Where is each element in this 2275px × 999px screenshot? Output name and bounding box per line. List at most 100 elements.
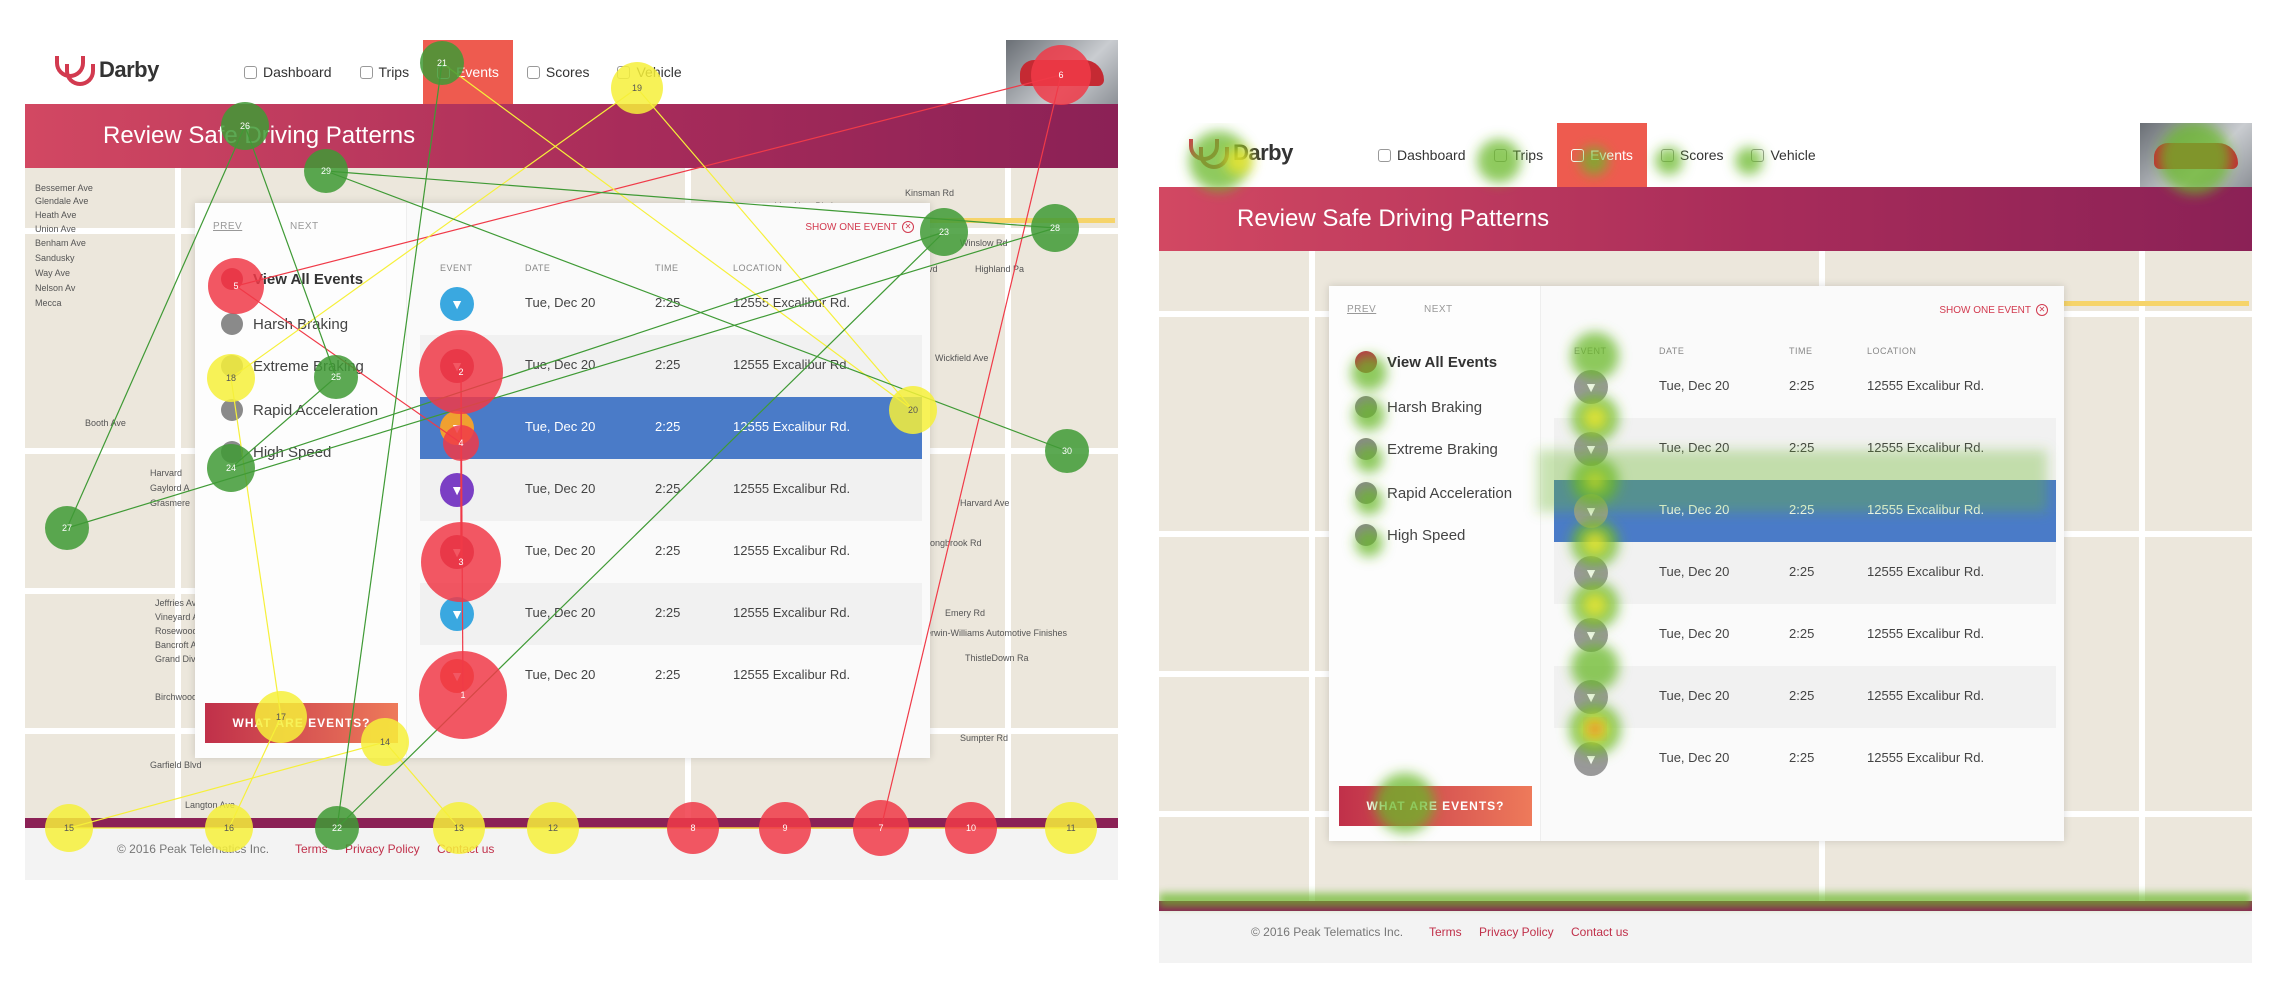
event-date: Tue, Dec 20 [525,357,596,372]
nav-item-label: Events [456,64,499,80]
column-header-event: EVENT [1574,346,1607,356]
filter-icon [1355,482,1377,504]
page-title: Review Safe Driving Patterns [1237,205,1550,232]
what-are-events-button[interactable]: WHAT ARE EVENTS? [205,703,398,743]
event-row[interactable]: ▼ Tue, Dec 20 2:25 12555 Excalibur Rd. [420,459,922,521]
braking-icon: ▼ [440,535,474,569]
event-icon: ▼ [1574,680,1608,714]
event-row[interactable]: ▼ Tue, Dec 20 2:25 12555 Excalibur Rd. [420,583,922,645]
vehicle-thumbnail[interactable] [2140,123,2252,187]
event-date: Tue, Dec 20 [1659,378,1730,393]
street-label: Harvard Ave [960,498,1010,508]
next-link[interactable]: NEXT [1424,304,1453,315]
extreme-braking-icon: ▼ [440,473,474,507]
filter-harsh-braking[interactable]: Harsh Braking [1355,396,1482,418]
map-road [175,168,181,818]
street-label: ThistleDown Ra [965,653,1029,663]
vehicle-thumbnail[interactable] [1006,40,1118,104]
footer-link-contact-us[interactable]: Contact us [437,842,494,856]
nav-item-label: Trips [1512,147,1544,163]
nav-item-vehicle[interactable]: Vehicle [603,40,695,104]
footer-link-terms[interactable]: Terms [295,842,328,856]
what-are-events-button[interactable]: WHAT ARE EVENTS? [1339,786,1532,826]
bar-chart-icon [1660,148,1674,162]
filter-extreme-braking[interactable]: Extreme Braking [221,355,364,377]
filter-label: High Speed [253,443,332,461]
filter-high-speed[interactable]: High Speed [221,441,331,463]
footer-link-privacy-policy[interactable]: Privacy Policy [345,842,420,856]
prev-link[interactable]: PREV [1347,304,1376,315]
car-image [1020,60,1104,86]
events-card: PREV NEXT View All Events Harsh Braking Extr… [195,203,930,758]
nav-item-trips[interactable]: Trips [1480,123,1558,187]
event-row[interactable]: ▼ Tue, Dec 20 2:25 12555 Excalibur Rd. [1554,604,2056,666]
column-header-time: TIME [655,263,679,273]
event-time: 2:25 [1789,378,1815,393]
column-header-date: DATE [525,263,551,273]
nav-item-dashboard[interactable]: Dashboard [1364,123,1480,187]
prev-link[interactable]: PREV [213,221,242,232]
darby-logo[interactable]: Darby [55,56,159,86]
footer-link-privacy-policy[interactable]: Privacy Policy [1479,925,1554,939]
filter-icon [1355,396,1377,418]
filter-view-all-events[interactable]: View All Events [1355,351,1497,373]
event-location: 12555 Excalibur Rd. [733,667,851,682]
show-one-event-toggle[interactable]: SHOW ONE EVENT ✕ [1939,304,2048,316]
next-link[interactable]: NEXT [290,221,319,232]
footer-link-terms[interactable]: Terms [1429,925,1462,939]
copyright-text: © 2016 Peak Telematics Inc. [117,842,270,856]
nav-item-vehicle[interactable]: Vehicle [1737,123,1829,187]
nav-item-label: Events [1590,147,1633,163]
event-time: 2:25 [1789,626,1815,641]
show-one-event-toggle[interactable]: SHOW ONE EVENT ✕ [805,221,914,233]
event-row[interactable]: ▼ Tue, Dec 20 2:25 12555 Excalibur Rd. [420,397,922,459]
filter-harsh-braking[interactable]: Harsh Braking [221,313,348,335]
filter-high-speed[interactable]: High Speed [1355,524,1465,546]
event-row[interactable]: ▼ Tue, Dec 20 2:25 12555 Excalibur Rd. [1554,418,2056,480]
event-time: 2:25 [1789,502,1815,517]
gaze-plot-panel: Darby Dashboard Trips Events Scores Vehicle Re… [25,40,1118,880]
event-row[interactable]: ▼ Tue, Dec 20 2:25 12555 Excalibur Rd. [1554,480,2056,542]
nav-item-label: Dashboard [263,64,332,80]
event-time: 2:25 [1789,688,1815,703]
darby-logo[interactable]: Darby [1189,139,1293,169]
nav-item-events[interactable]: Events [1557,123,1647,187]
event-location: 12555 Excalibur Rd. [1867,564,1985,579]
filter-rapid-acceleration[interactable]: Rapid Acceleration [221,399,378,421]
top-nav-bar: Darby Dashboard Trips Events Scores Vehicle [25,40,1118,104]
street-label: Langton Ave [185,800,235,810]
nav-item-label: Vehicle [1770,147,1816,163]
filter-view-all-events[interactable]: View All Events [221,268,363,290]
event-row[interactable]: ▼ Tue, Dec 20 2:25 12555 Excalibur Rd. [1554,542,2056,604]
event-time: 2:25 [1789,564,1815,579]
nav-item-trips[interactable]: Trips [346,40,424,104]
logo-text: Darby [1233,140,1293,165]
event-filter-sidebar: PREV NEXT View All Events Harsh Braking Extr… [1329,286,1541,841]
event-row[interactable]: ▼ Tue, Dec 20 2:25 12555 Excalibur Rd. [1554,356,2056,418]
street-label: Emery Rd [945,608,986,618]
page-footer: © 2016 Peak Telematics Inc. Terms Privacy … [25,828,1118,880]
event-row[interactable]: ▼ Tue, Dec 20 2:25 12555 Excalibur Rd. [1554,666,2056,728]
footer-divider [25,818,1118,828]
event-row[interactable]: ▼ Tue, Dec 20 2:25 12555 Excalibur Rd. [1554,728,2056,790]
event-row[interactable]: ▼ Tue, Dec 20 2:25 12555 Excalibur Rd. [420,335,922,397]
nav-item-label: Vehicle [636,64,682,80]
event-row[interactable]: ▼ Tue, Dec 20 2:25 12555 Excalibur Rd. [420,521,922,583]
event-row[interactable]: ▼ Tue, Dec 20 2:25 12555 Excalibur Rd. [420,645,922,707]
speed-icon: ▼ [440,287,474,321]
filter-extreme-braking[interactable]: Extreme Braking [1355,438,1498,460]
nav-item-scores[interactable]: Scores [1647,123,1738,187]
event-row[interactable]: ▼ Tue, Dec 20 2:25 12555 Excalibur Rd. [420,273,922,335]
filter-label: Rapid Acceleration [1387,484,1513,502]
footer-link-contact-us[interactable]: Contact us [1571,925,1628,939]
street-label: Sandusky [35,253,75,263]
street-label: Union Ave [35,224,76,234]
filter-rapid-acceleration[interactable]: Rapid Acceleration [1355,482,1512,504]
nav-item-dashboard[interactable]: Dashboard [230,40,346,104]
nav-item-events[interactable]: Events [423,40,513,104]
street-label: Highland Pa [975,264,1025,274]
event-location: 12555 Excalibur Rd. [733,419,851,434]
events-card: PREV NEXT View All Events Harsh Braking Extr… [1329,286,2064,841]
nav-item-scores[interactable]: Scores [513,40,604,104]
event-date: Tue, Dec 20 [1659,626,1730,641]
